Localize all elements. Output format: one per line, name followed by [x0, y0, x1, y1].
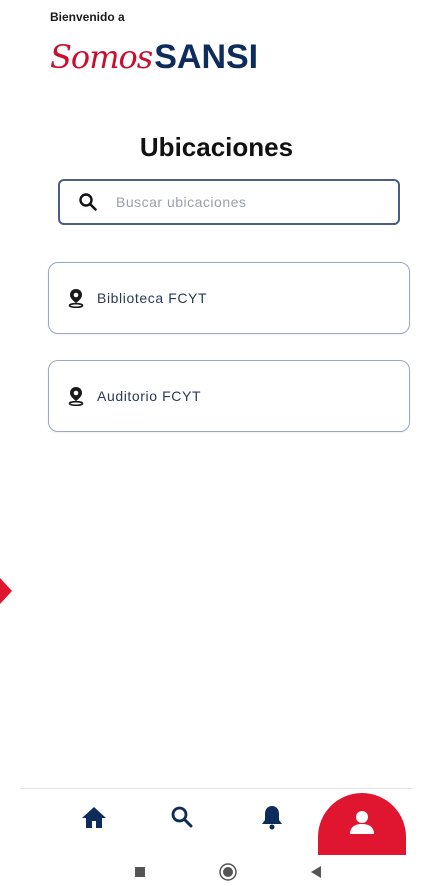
page-title: Ubicaciones	[139, 132, 294, 162]
location-pin-icon	[65, 288, 87, 308]
search-bar[interactable]	[58, 179, 400, 225]
location-card-auditorio[interactable]: Auditorio FCYT	[48, 360, 410, 432]
system-back-button[interactable]	[306, 864, 326, 884]
nav-notifications-button[interactable]	[256, 803, 288, 835]
brand-script-text: Somos	[50, 38, 153, 76]
back-triangle-icon	[310, 865, 322, 884]
side-arrow-icon[interactable]	[0, 578, 12, 609]
brand-bold-text: SANSI	[154, 38, 259, 76]
nav-home-button[interactable]	[78, 803, 110, 835]
profile-icon	[349, 809, 375, 840]
home-circle-icon	[219, 862, 237, 886]
search-icon	[170, 805, 194, 834]
nav-profile-button[interactable]	[318, 793, 406, 855]
nav-search-button[interactable]	[166, 803, 198, 835]
location-pin-icon	[65, 386, 87, 406]
recents-button[interactable]	[130, 864, 150, 884]
system-navigation-bar	[0, 856, 433, 886]
location-card-biblioteca[interactable]: Biblioteca FCYT	[48, 262, 410, 334]
bottom-navigation	[20, 788, 413, 855]
location-name: Biblioteca FCYT	[97, 290, 208, 306]
home-icon	[81, 805, 107, 834]
brand-logo: Somos SANSI	[50, 38, 258, 84]
system-home-button[interactable]	[218, 862, 238, 886]
search-icon	[60, 192, 116, 212]
welcome-text: Bienvenido a	[50, 10, 125, 24]
bell-icon	[260, 804, 284, 835]
search-input[interactable]	[116, 194, 366, 210]
location-name: Auditorio FCYT	[97, 388, 202, 404]
recents-icon	[134, 865, 146, 883]
